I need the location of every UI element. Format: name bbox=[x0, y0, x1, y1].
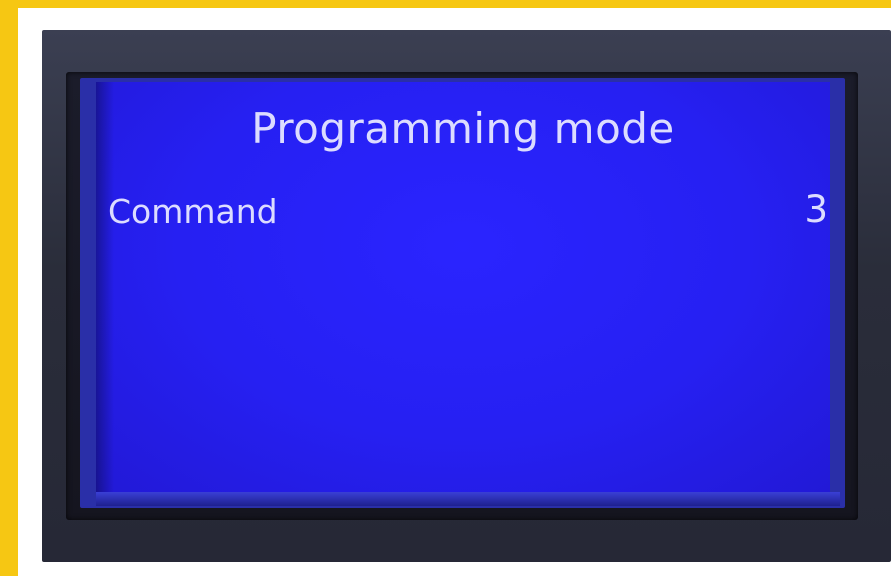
lcd-display: Programming mode Command 3 bbox=[96, 82, 830, 492]
display-title: Programming mode bbox=[251, 104, 675, 153]
command-value: 3 bbox=[804, 188, 828, 231]
command-label: Command bbox=[108, 192, 278, 231]
display-bottom-edge bbox=[96, 492, 840, 506]
